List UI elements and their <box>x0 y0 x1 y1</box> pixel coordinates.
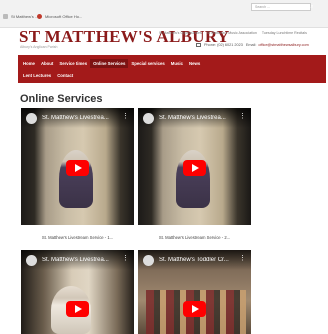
video-title[interactable]: St. Matthew's Livestrea... <box>42 257 109 263</box>
channel-avatar-icon[interactable] <box>26 254 37 266</box>
video-header: St. Matthew's Livestrea... <box>138 108 251 128</box>
channel-avatar-icon[interactable] <box>143 112 154 124</box>
channel-avatar-icon[interactable] <box>26 112 37 124</box>
more-options-icon[interactable]: ⋮ <box>122 113 129 120</box>
nav-row: Home About Service times Online Services… <box>18 58 203 69</box>
office-favicon-icon <box>37 13 42 19</box>
nav-item-contact[interactable]: Contact <box>54 71 76 80</box>
browser-tab[interactable]: Microsoft Office Ho... <box>37 10 82 22</box>
video-title[interactable]: St. Matthew's Livestrea... <box>42 115 109 121</box>
search-icon[interactable]: ⌕ <box>308 3 316 11</box>
video-header: St. Matthew's Toddler Cr... <box>138 250 251 270</box>
search-input[interactable]: Search ... <box>251 3 311 11</box>
video-figure <box>176 150 210 208</box>
top-link[interactable]: Tuesday Lunchtime Recitals <box>262 31 307 35</box>
favicon-icon <box>3 13 8 19</box>
more-options-icon[interactable]: ⋮ <box>122 255 129 262</box>
browser-tab[interactable]: St Matthew's ... <box>3 10 38 22</box>
nav-row: Lent Lectures Contact <box>18 70 76 81</box>
main-navigation: Home About Service times Online Services… <box>18 55 326 83</box>
video-embed[interactable]: St. Matthew's Toddler Cr... ⋮ <box>138 250 251 334</box>
nav-item-home[interactable]: Home <box>20 59 38 68</box>
video-caption[interactable]: St. Matthew's Livestream Service - 2... <box>138 235 251 240</box>
email-link[interactable]: office@stmatthewsalbury.com <box>258 43 308 47</box>
page-title: Online Services <box>20 93 103 105</box>
nav-item-about[interactable]: About <box>38 59 56 68</box>
video-embed[interactable]: St. Matthew's Livestrea... ⋮ <box>138 108 251 225</box>
more-options-icon[interactable]: ⋮ <box>239 113 246 120</box>
play-button-icon[interactable] <box>66 301 89 317</box>
play-button-icon[interactable] <box>183 160 206 176</box>
tab-label: St Matthew's ... <box>11 13 39 19</box>
top-links: St Matthew's Opportunities St Matthew's … <box>159 31 307 35</box>
nav-item-special-services[interactable]: Special services <box>128 59 167 68</box>
top-link[interactable]: St Matthew's Opportunities <box>159 31 202 35</box>
contact-info: Phone: (02) 6021 2023 Email: office@stma… <box>196 43 309 47</box>
video-header: St. Matthew's Livestrea... <box>21 250 134 270</box>
nav-item-service-times[interactable]: Service times <box>56 59 90 68</box>
email-label: Email: <box>245 43 257 47</box>
video-figure <box>59 150 93 208</box>
video-caption[interactable]: St. Matthew's Livestream Service - 1... <box>21 235 134 240</box>
video-embed[interactable]: St. Matthew's Livestrea... ⋮ <box>21 250 134 334</box>
nav-item-online-services[interactable]: Online Services <box>90 59 129 68</box>
more-options-icon[interactable]: ⋮ <box>239 255 246 262</box>
play-button-icon[interactable] <box>66 160 89 176</box>
phone-text: Phone: (02) 6021 2023 <box>204 43 243 47</box>
video-title[interactable]: St. Matthew's Livestrea... <box>159 115 226 121</box>
video-embed[interactable]: St. Matthew's Livestrea... ⋮ <box>21 108 134 225</box>
video-title[interactable]: St. Matthew's Toddler Cr... <box>159 257 229 263</box>
nav-item-music[interactable]: Music <box>168 59 186 68</box>
channel-avatar-icon[interactable] <box>143 254 154 266</box>
nav-item-news[interactable]: News <box>186 59 203 68</box>
nav-item-lent-lectures[interactable]: Lent Lectures <box>20 71 54 80</box>
mail-icon <box>196 43 201 47</box>
video-header: St. Matthew's Livestrea... <box>21 108 134 128</box>
tab-label: Microsoft Office Ho... <box>45 13 83 19</box>
top-link[interactable]: St Matthew's Music Association <box>207 31 257 35</box>
site-tagline: Albury's Anglican Parish <box>20 45 58 49</box>
play-button-icon[interactable] <box>183 301 206 317</box>
